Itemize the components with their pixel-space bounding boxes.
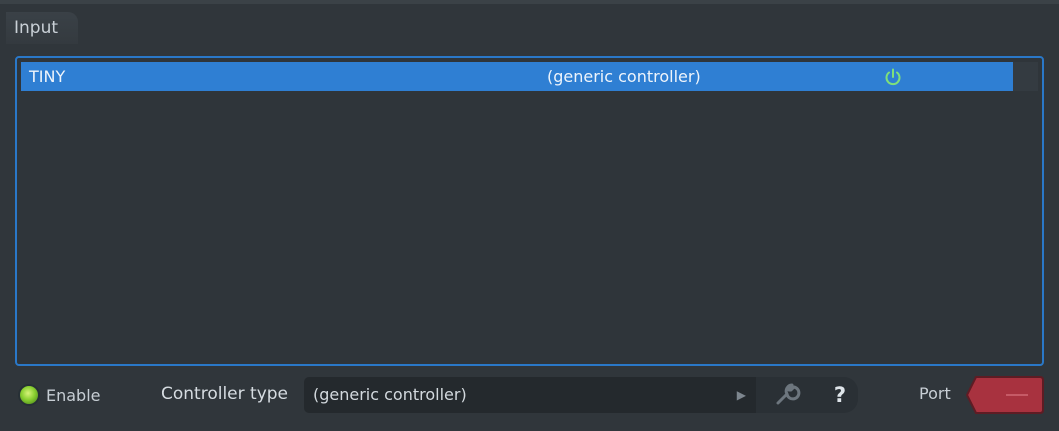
- port-selector[interactable]: [966, 375, 1044, 415]
- device-name: TINY: [29, 67, 66, 86]
- input-panel: Input TINY (generic controller) Enable C…: [0, 0, 1059, 431]
- power-icon[interactable]: [883, 67, 903, 87]
- controller-settings-bar: Enable Controller type (generic controll…: [0, 372, 1059, 420]
- enable-led-icon: [20, 386, 38, 404]
- controller-type-value: (generic controller): [313, 385, 467, 404]
- list-item[interactable]: TINY (generic controller): [21, 62, 1015, 91]
- wrench-icon: [776, 383, 801, 405]
- help-button[interactable]: ?: [822, 377, 858, 413]
- enable-label: Enable: [46, 385, 101, 405]
- controller-type-select[interactable]: (generic controller) ▶: [304, 377, 756, 413]
- chevron-right-icon: ▶: [736, 388, 746, 402]
- configure-button[interactable]: [756, 377, 822, 413]
- device-list[interactable]: TINY (generic controller): [15, 56, 1044, 366]
- list-scrollbar[interactable]: [1013, 62, 1038, 91]
- device-controller-type: (generic controller): [547, 67, 701, 86]
- tab-input[interactable]: Input: [6, 12, 79, 44]
- port-label: Port: [919, 384, 951, 403]
- enable-toggle[interactable]: Enable: [20, 382, 101, 408]
- controller-type-label: Controller type: [161, 384, 289, 404]
